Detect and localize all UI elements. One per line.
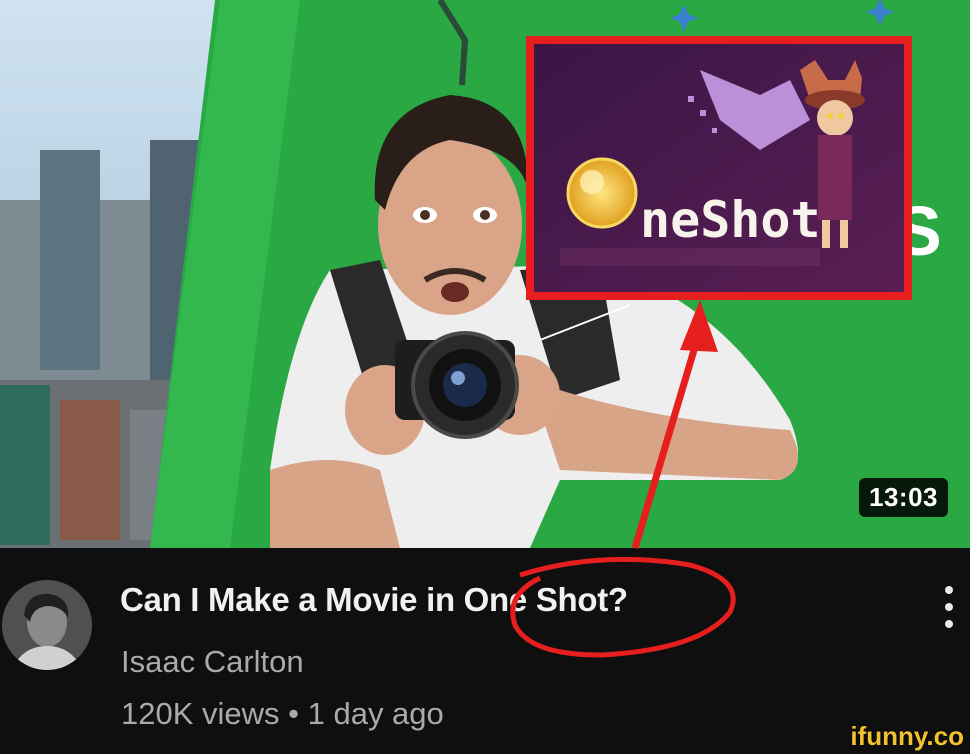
video-title[interactable]: Can I Make a Movie in One Shot? — [120, 581, 628, 619]
channel-name[interactable]: Isaac Carlton — [121, 644, 304, 680]
duration-badge: 13:03 — [859, 478, 948, 517]
channel-avatar[interactable] — [2, 580, 92, 670]
ifunny-watermark: ifunny.co — [850, 721, 964, 751]
more-options-icon[interactable] — [938, 586, 960, 646]
video-thumbnail[interactable]: S neShot 13:03 — [0, 0, 970, 548]
oneshot-logo-text: neShot — [640, 191, 821, 249]
thumbnail-image: S neShot — [0, 0, 970, 548]
video-metadata: Can I Make a Movie in One Shot? Isaac Ca… — [0, 548, 970, 754]
video-stats: 120K views • 1 day ago — [121, 696, 444, 731]
avatar-image — [2, 580, 92, 670]
